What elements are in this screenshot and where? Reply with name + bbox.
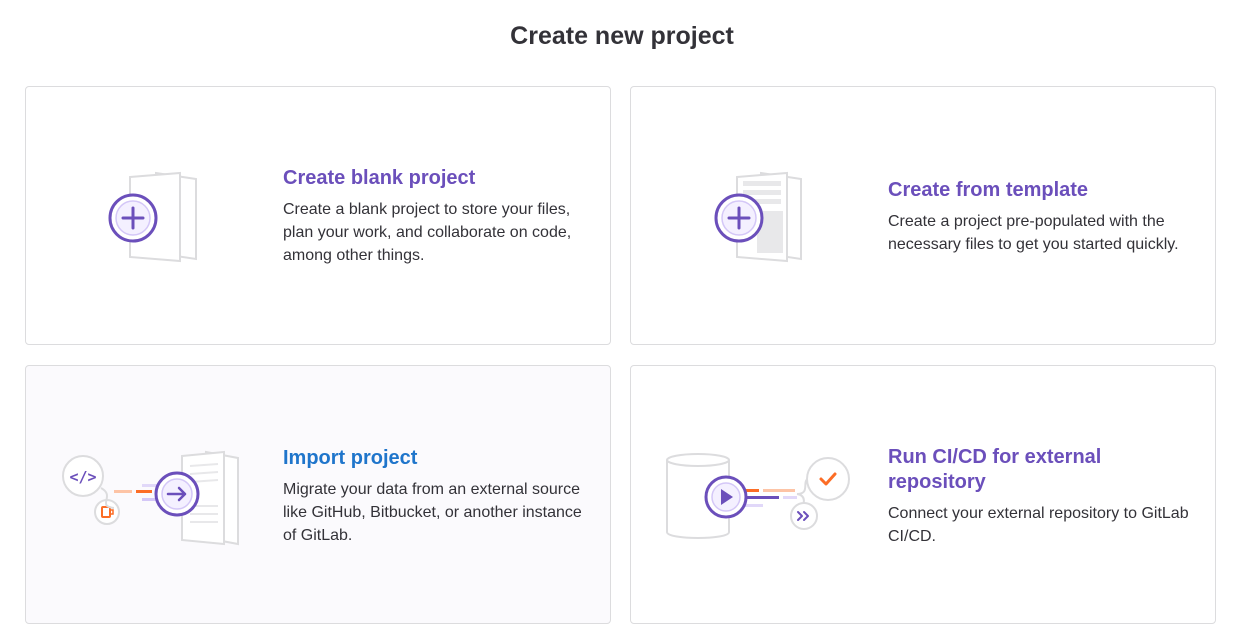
- svg-text:</>: </>: [69, 468, 96, 486]
- card-title: Create from template: [888, 179, 1089, 201]
- create-blank-project-card[interactable]: Create blank project Create a blank proj…: [25, 86, 611, 345]
- page-title: Create new project: [510, 22, 734, 50]
- card-description: Connect your external repository to GitL…: [888, 505, 1189, 545]
- card-title: Run CI/CD for external repository: [888, 446, 1102, 493]
- cicd-illustration-icon: [666, 453, 850, 539]
- template-illustration-icon: [714, 171, 802, 263]
- card-title: Import project: [283, 447, 418, 469]
- new-project-illustration-icon: [108, 171, 197, 263]
- card-description: Create a project pre-populated with the …: [888, 213, 1179, 253]
- card-description: Migrate your data from an external sourc…: [283, 481, 582, 544]
- run-cicd-external-repo-card[interactable]: Run CI/CD for external repository Connec…: [630, 365, 1216, 624]
- import-illustration-icon: </>: [62, 450, 239, 546]
- card-title: Create blank project: [283, 167, 476, 189]
- create-from-template-card[interactable]: Create from template Create a project pr…: [630, 86, 1216, 345]
- import-project-card[interactable]: </> Import project Migrate your data fro…: [25, 365, 611, 624]
- card-description: Create a blank project to store your fil…: [283, 201, 572, 264]
